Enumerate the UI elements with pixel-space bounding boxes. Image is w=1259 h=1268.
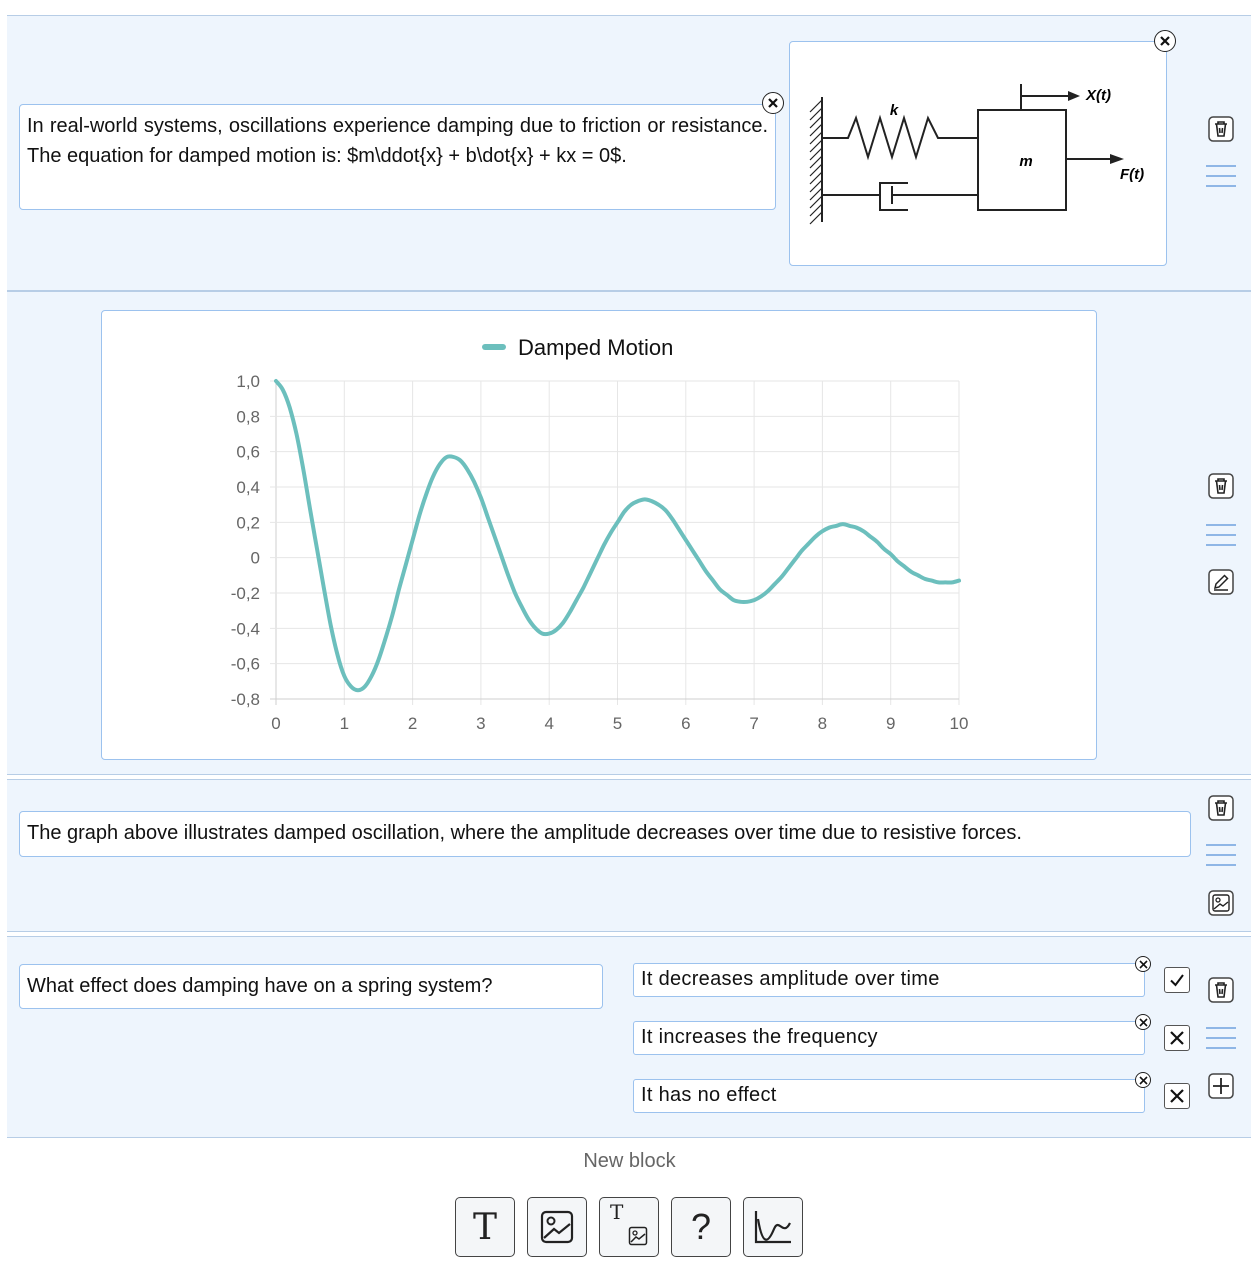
close-icon xyxy=(1138,959,1148,969)
y-tick-label: 0,6 xyxy=(236,443,260,462)
legend-label: Damped Motion xyxy=(518,335,673,360)
x-arrow-head xyxy=(1068,91,1080,101)
x-tick-label: 1 xyxy=(340,714,349,733)
intro-block: In real-world systems, oscillations expe… xyxy=(7,15,1251,291)
y-tick-label: 1,0 xyxy=(236,372,260,391)
remove-intro-text-button[interactable] xyxy=(762,92,784,114)
caption-text-field[interactable]: The graph above illustrates damped oscil… xyxy=(19,811,1191,857)
spring-mass-damper-diagram: k m X(t) F(t) xyxy=(809,84,1144,225)
y-tick-label: -0,2 xyxy=(231,584,260,603)
y-tick-labels: 1,0 0,8 0,6 0,4 0,2 0 -0,2 -0,4 -0,6 -0,8 xyxy=(231,372,260,709)
answer-field-2[interactable]: It increases the frequency xyxy=(633,1021,1145,1055)
x-tick-label: 7 xyxy=(749,714,758,733)
text-icon: T xyxy=(610,1200,624,1224)
text-icon: T xyxy=(472,1206,497,1248)
trash-icon[interactable] xyxy=(1208,795,1234,821)
chart-icon xyxy=(754,1211,791,1244)
x-tick-label: 5 xyxy=(613,714,622,733)
x-tick-label: 4 xyxy=(544,714,553,733)
add-question-block-button[interactable]: ? xyxy=(671,1197,731,1257)
chart-panel: Damped Motion 0 1 2 3 4 5 6 7 8 9 10 1,0 0,8 0,6 0,4 0… xyxy=(101,310,1097,760)
spring-label: k xyxy=(890,102,899,119)
intro-text-field[interactable]: In real-world systems, oscillations expe… xyxy=(19,104,776,210)
trash-icon[interactable] xyxy=(1208,473,1234,499)
close-icon xyxy=(1138,1075,1148,1085)
damper xyxy=(822,182,978,211)
displacement-label: X(t) xyxy=(1085,87,1111,104)
close-icon xyxy=(768,98,778,108)
add-text-image-block-button[interactable]: T xyxy=(599,1197,659,1257)
correct-toggle-3[interactable] xyxy=(1164,1083,1190,1109)
checkmark-icon xyxy=(1170,974,1184,987)
x-tick-label: 3 xyxy=(476,714,485,733)
x-tick-label: 0 xyxy=(271,714,280,733)
y-tick-label: -0,8 xyxy=(231,690,260,709)
x-tick-label: 10 xyxy=(950,714,969,733)
x-tick-labels: 0 1 2 3 4 5 6 7 8 9 10 xyxy=(271,714,968,733)
y-tick-label: -0,4 xyxy=(231,619,260,638)
y-tick-label: 0,4 xyxy=(236,478,260,497)
correct-toggle-2[interactable] xyxy=(1164,1025,1190,1051)
cross-icon xyxy=(1170,1089,1184,1103)
trash-icon[interactable] xyxy=(1208,977,1234,1003)
drag-handle-icon[interactable] xyxy=(1206,524,1236,548)
answer-field-1[interactable]: It decreases amplitude over time xyxy=(633,963,1145,997)
y-tick-label: 0 xyxy=(251,549,260,568)
remove-answer-2-button[interactable] xyxy=(1135,1014,1151,1030)
drag-handle-icon[interactable] xyxy=(1206,165,1236,189)
damped-motion-chart: Damped Motion 0 1 2 3 4 5 6 7 8 9 10 1,0 0,8 0,6 0,4 0… xyxy=(231,335,969,733)
chart-block: Damped Motion 0 1 2 3 4 5 6 7 8 9 10 1,0 0,8 0,6 0,4 0… xyxy=(7,291,1251,775)
add-image-block-button[interactable] xyxy=(527,1197,587,1257)
image-icon xyxy=(628,1226,648,1246)
image-icon xyxy=(540,1210,574,1244)
remove-diagram-button[interactable] xyxy=(1154,30,1176,52)
legend-swatch xyxy=(482,344,506,350)
remove-answer-3-button[interactable] xyxy=(1135,1072,1151,1088)
close-icon xyxy=(1160,36,1170,46)
quiz-block: What effect does damping have on a sprin… xyxy=(7,936,1251,1138)
trash-icon[interactable] xyxy=(1208,116,1234,142)
cross-icon xyxy=(1170,1031,1184,1045)
correct-toggle-1[interactable] xyxy=(1164,967,1190,993)
edit-pencil-icon[interactable] xyxy=(1208,569,1234,595)
y-tick-label: 0,2 xyxy=(236,513,260,532)
remove-answer-1-button[interactable] xyxy=(1135,956,1151,972)
drag-handle-icon[interactable] xyxy=(1206,844,1236,868)
drag-handle-icon[interactable] xyxy=(1206,1027,1236,1051)
y-gridlines xyxy=(270,380,959,700)
add-answer-icon[interactable] xyxy=(1208,1073,1234,1099)
add-text-block-button[interactable]: T xyxy=(455,1197,515,1257)
x-tick-label: 9 xyxy=(886,714,895,733)
wall-hatch xyxy=(809,99,823,225)
question-icon: ? xyxy=(690,1206,712,1247)
answer-field-3[interactable]: It has no effect xyxy=(633,1079,1145,1113)
spring xyxy=(822,114,978,161)
y-tick-label: -0,6 xyxy=(231,655,260,674)
image-icon[interactable] xyxy=(1208,890,1234,916)
x-tick-label: 2 xyxy=(408,714,417,733)
y-tick-label: 0,8 xyxy=(236,407,260,426)
close-icon xyxy=(1138,1017,1148,1027)
f-arrow-head xyxy=(1110,154,1124,164)
caption-block: The graph above illustrates damped oscil… xyxy=(7,779,1251,932)
x-tick-label: 8 xyxy=(818,714,827,733)
force-label: F(t) xyxy=(1120,166,1144,183)
mass-label: m xyxy=(1019,153,1032,170)
question-text-field[interactable]: What effect does damping have on a sprin… xyxy=(19,964,603,1009)
add-chart-block-button[interactable] xyxy=(743,1197,803,1257)
new-block-label: New block xyxy=(583,1150,676,1172)
diagram-panel: k m X(t) F(t) xyxy=(789,41,1167,266)
x-tick-label: 6 xyxy=(681,714,690,733)
